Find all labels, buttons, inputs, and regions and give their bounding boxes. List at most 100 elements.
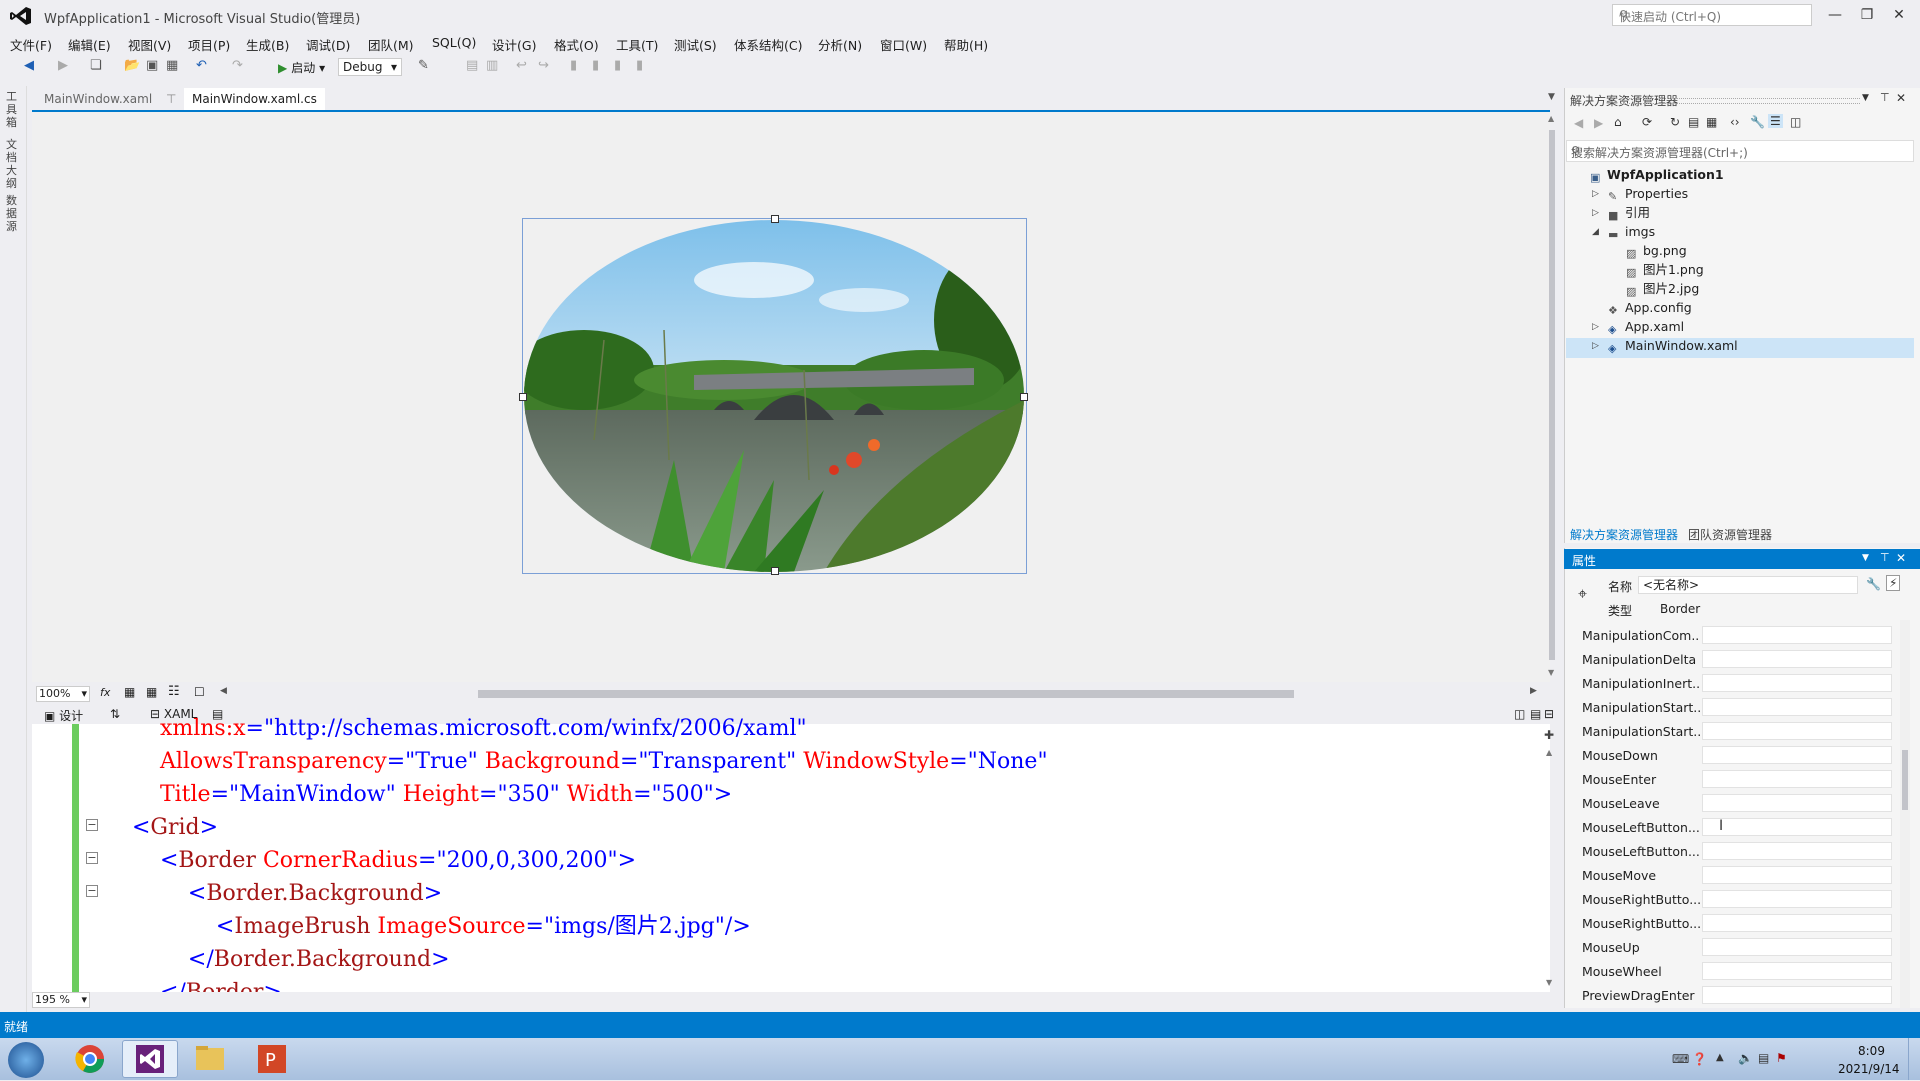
menu-debug[interactable]: 调试(D) (306, 35, 350, 54)
event-handler-input[interactable] (1702, 746, 1892, 764)
fold-toggle-border-background[interactable]: − (86, 885, 98, 897)
bookmark-icon[interactable]: ▮ (570, 58, 577, 76)
clock-date[interactable]: 2021/9/14 (1838, 1062, 1900, 1076)
home-icon[interactable]: ⌂ (1614, 115, 1622, 129)
close-panel-icon[interactable]: ✕ (1896, 551, 1906, 565)
code-line[interactable]: <Border CornerRadius="200,0,300,200"> (104, 844, 636, 877)
tree-expand-arrow-icon[interactable]: ▷ (1592, 189, 1599, 199)
back-icon[interactable]: ◀ (24, 58, 34, 76)
search-icon[interactable]: ⚲ (1619, 8, 1805, 22)
close-window-button[interactable]: ✕ (1884, 4, 1914, 26)
tree-item[interactable]: ✎ Properties (1608, 185, 1688, 203)
class-diagram-icon[interactable]: ◫ (1790, 115, 1801, 129)
formula-icon[interactable]: fx (100, 686, 110, 699)
close-panel-icon[interactable]: ✕ (1896, 91, 1906, 105)
code-line[interactable]: </Border> (104, 976, 282, 992)
menu-analyze[interactable]: 分析(N) (818, 35, 862, 54)
forward-icon[interactable]: ▶ (1594, 116, 1603, 130)
back-icon[interactable]: ◀ (1574, 116, 1583, 130)
menu-window[interactable]: 窗口(W) (880, 35, 927, 54)
menu-file[interactable]: 文件(F) (10, 35, 52, 54)
scroll-thumb[interactable] (1549, 130, 1555, 660)
event-handler-input[interactable] (1702, 770, 1892, 788)
editor-zoom-dropdown[interactable]: 195 % ▾ (32, 992, 90, 1008)
snap-grid-icon[interactable]: ▦ (146, 685, 157, 699)
panel-dropdown-icon[interactable]: ▼ (1862, 93, 1869, 103)
event-handler-input[interactable] (1702, 674, 1892, 692)
align-icon[interactable]: ▤ (466, 58, 478, 76)
resize-handle-bottom[interactable] (771, 567, 779, 575)
show-hidden-icons-icon[interactable]: ▲ (1716, 1052, 1724, 1063)
code-line[interactable]: AllowsTransparency="True" Background="Tr… (104, 745, 1048, 778)
next-bookmark-icon[interactable]: ▮ (614, 58, 621, 76)
element-name-input[interactable]: <无名称> (1638, 576, 1858, 594)
quick-launch-input[interactable]: 快速启动 (Ctrl+Q) ⚲ (1612, 4, 1812, 26)
event-handler-input[interactable] (1702, 626, 1892, 644)
properties-wrench-icon[interactable]: 🔧 (1750, 115, 1765, 129)
code-line[interactable]: </Border.Background> (104, 943, 450, 976)
properties-scrollbar[interactable] (1900, 620, 1910, 1008)
event-handler-input[interactable] (1702, 722, 1892, 740)
volume-icon[interactable]: 🔈 (1738, 1051, 1753, 1065)
show-all-files-icon[interactable]: ▦ (1706, 115, 1717, 129)
tree-item[interactable]: ◈ App.xaml (1608, 318, 1684, 336)
menu-build[interactable]: 生成(B) (246, 35, 289, 54)
clear-bookmarks-icon[interactable]: ▮ (636, 58, 643, 76)
properties-scroll-thumb[interactable] (1902, 750, 1908, 810)
tab-mainwindow-xaml[interactable]: MainWindow.xaml ⊤ ✕ (36, 88, 204, 110)
view-designer-icon[interactable]: ☰ (1768, 114, 1783, 128)
snap-lines-icon[interactable]: ☷ (168, 684, 180, 699)
resize-handle-left[interactable] (519, 393, 527, 401)
menu-tools[interactable]: 工具(T) (616, 35, 658, 54)
keyboard-tray-icon[interactable]: ⌨ (1672, 1052, 1689, 1066)
visual-studio-taskbar-icon[interactable] (122, 1040, 178, 1078)
scroll-right-icon[interactable]: ▶ (1530, 686, 1537, 696)
powerpoint-taskbar-icon[interactable]: P (244, 1040, 300, 1078)
resize-handle-top[interactable] (771, 215, 779, 223)
event-handler-input[interactable] (1702, 650, 1892, 668)
restore-button[interactable]: ❐ (1852, 4, 1882, 26)
toolbox-tab[interactable]: 工具箱 (6, 90, 20, 129)
event-handler-input[interactable] (1702, 794, 1892, 812)
designer-horizontal-scrollbar[interactable] (478, 690, 1294, 698)
show-desktop-button[interactable] (1908, 1038, 1920, 1080)
event-handler-input[interactable] (1702, 986, 1892, 1004)
redo-icon[interactable]: ↷ (232, 58, 243, 76)
menu-help[interactable]: 帮助(H) (944, 35, 988, 54)
start-menu-button-icon[interactable] (8, 1042, 44, 1078)
horizontal-split-icon[interactable]: ▤ (1530, 707, 1541, 721)
fold-toggle-border[interactable]: − (86, 852, 98, 864)
properties-wrench-icon[interactable]: 🔧 (1866, 577, 1881, 591)
panel-grip[interactable] (1620, 98, 1860, 104)
event-handler-input[interactable] (1702, 698, 1892, 716)
data-sources-tab[interactable]: 数据源 (6, 194, 20, 233)
tree-item[interactable]: ▬ imgs (1608, 223, 1655, 241)
tree-expand-arrow-icon[interactable]: ▷ (1592, 322, 1599, 332)
sync-icon[interactable]: ⟳ (1642, 115, 1652, 129)
pin-icon[interactable]: ⊤ (1880, 91, 1890, 104)
save-icon[interactable]: ▣ (146, 58, 158, 76)
event-handler-input[interactable] (1702, 962, 1892, 980)
refresh-icon[interactable]: ↻ (1670, 115, 1680, 129)
help-tray-icon[interactable]: ❓ (1692, 1052, 1707, 1066)
tree-item[interactable]: ▨ 图片1.png (1626, 261, 1704, 279)
fold-toggle-grid[interactable]: − (86, 819, 98, 831)
grid-icon[interactable]: ▦ (124, 685, 135, 699)
menu-design[interactable]: 设计(G) (492, 35, 536, 54)
editor-scroll-up-icon[interactable]: ▲ (1546, 748, 1552, 757)
panel-dropdown-icon[interactable]: ▼ (1862, 553, 1869, 563)
code-line[interactable]: <Grid> (104, 811, 218, 844)
tab-mainwindow-xaml-cs[interactable]: MainWindow.xaml.cs (184, 88, 325, 110)
event-handler-input[interactable] (1702, 914, 1892, 932)
events-lightning-icon[interactable]: ⚡ (1886, 575, 1901, 591)
start-debug-button[interactable]: ▶ 启动 ▾ (278, 59, 325, 76)
editor-scroll-down-icon[interactable]: ▼ (1546, 978, 1552, 987)
menu-project[interactable]: 项目(P) (188, 35, 230, 54)
network-icon[interactable]: ▤ (1758, 1051, 1769, 1065)
tab-overflow-icon[interactable]: ▼ (1548, 92, 1555, 102)
tree-item[interactable]: ■ 引用 (1608, 204, 1650, 222)
solution-config-dropdown[interactable]: Debug ▾ (338, 58, 402, 76)
annotations-icon[interactable]: ☐ (194, 685, 205, 699)
scroll-left-icon[interactable]: ◀ (220, 686, 227, 696)
menu-architecture[interactable]: 体系结构(C) (734, 35, 802, 54)
